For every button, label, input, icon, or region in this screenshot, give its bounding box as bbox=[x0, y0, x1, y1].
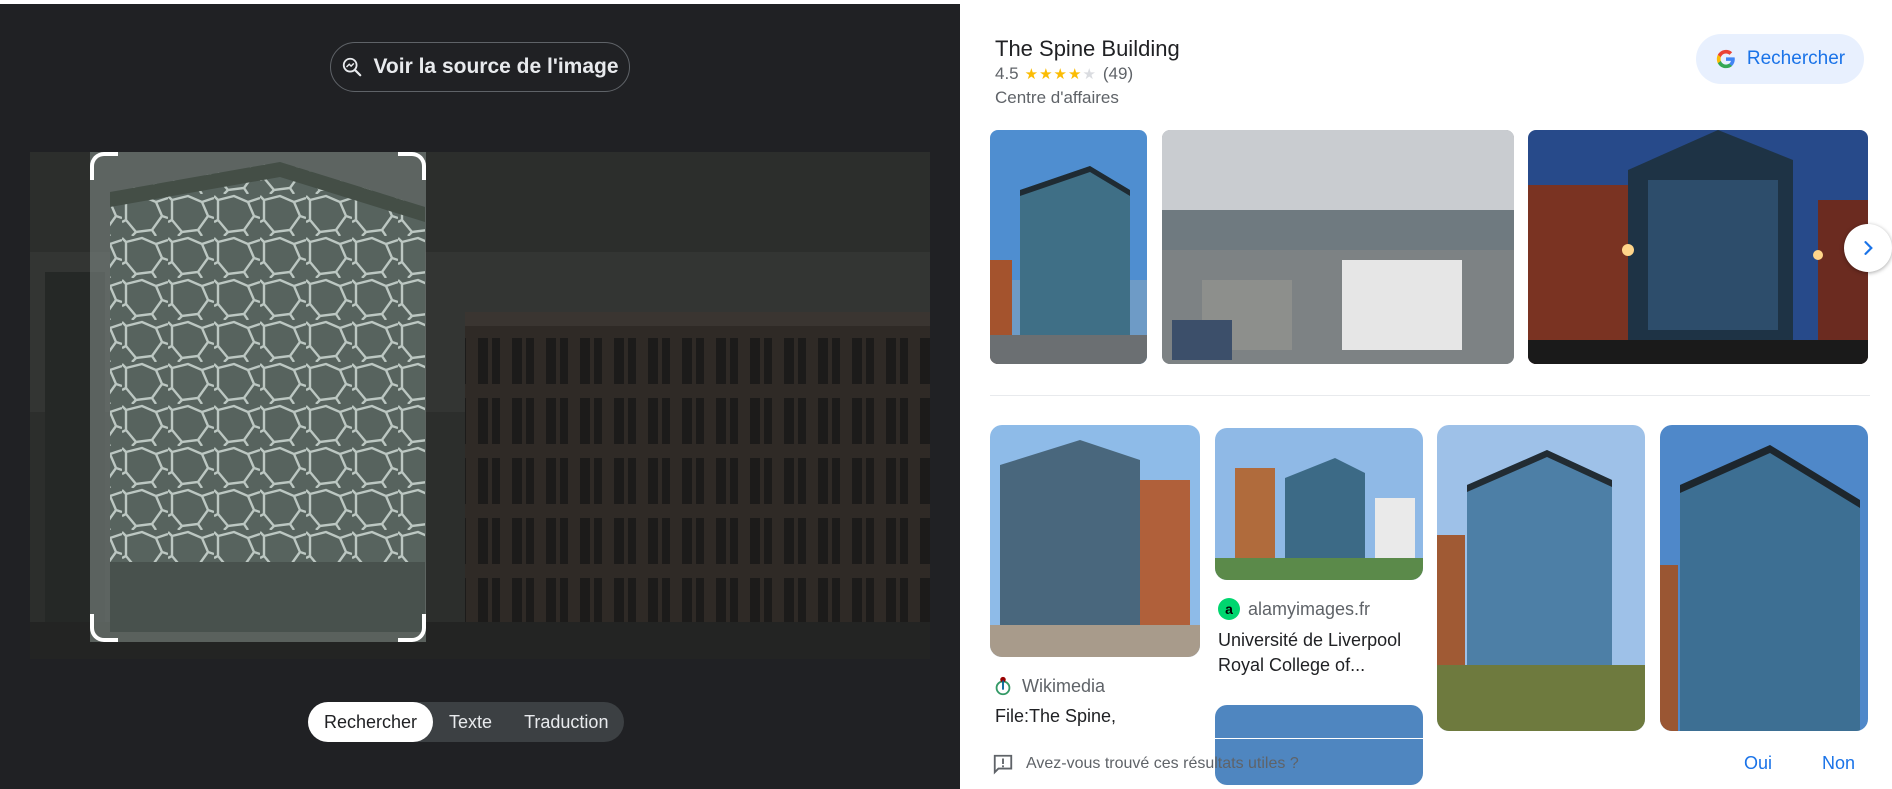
mode-translate-tab[interactable]: Traduction bbox=[508, 702, 624, 742]
google-lens-window: Voir la source de l'image Rechercher Tex… bbox=[0, 0, 1892, 789]
search-google-label: Rechercher bbox=[1746, 48, 1846, 69]
crop-selection-handles[interactable] bbox=[90, 152, 426, 642]
place-photo-3[interactable] bbox=[1528, 130, 1868, 364]
crop-handle-bottom-right[interactable] bbox=[398, 614, 426, 642]
search-google-button[interactable]: Rechercher bbox=[1696, 34, 1864, 84]
result-source-label: Wikimedia bbox=[1022, 675, 1106, 696]
result-image-3[interactable] bbox=[1437, 425, 1645, 731]
place-photo-2[interactable] bbox=[1162, 130, 1514, 364]
view-image-source-label: Voir la source de l'image bbox=[373, 55, 619, 78]
mode-text-tab[interactable]: Texte bbox=[433, 702, 508, 742]
result-title-alamy[interactable]: Université de Liverpool Royal College of… bbox=[1218, 628, 1423, 678]
review-count: (49) bbox=[1102, 64, 1134, 83]
chevron-right-icon bbox=[1864, 241, 1873, 255]
crop-handle-top-left[interactable] bbox=[90, 152, 118, 180]
feedback-bar: Avez-vous trouvé ces résultats utiles ? … bbox=[960, 738, 1892, 789]
result-image-wikimedia[interactable] bbox=[990, 425, 1200, 657]
section-divider bbox=[990, 395, 1870, 396]
alamy-icon: a bbox=[1218, 598, 1240, 620]
place-title[interactable]: The Spine Building bbox=[995, 36, 1180, 62]
lens-mode-switcher: Rechercher Texte Traduction bbox=[308, 702, 625, 742]
image-search-icon bbox=[343, 57, 362, 77]
result-image-alamy[interactable] bbox=[1215, 428, 1423, 580]
image-viewer-panel: Voir la source de l'image Rechercher Tex… bbox=[0, 0, 960, 789]
result-source-wikimedia[interactable]: Wikimedia bbox=[992, 675, 1105, 697]
wikimedia-icon bbox=[995, 676, 1011, 696]
rating-value: 4.5 bbox=[995, 64, 1019, 83]
crop-handle-top-right[interactable] bbox=[398, 152, 426, 180]
feedback-no-button[interactable]: Non bbox=[1822, 753, 1855, 774]
result-image-4[interactable] bbox=[1660, 425, 1868, 731]
results-panel: The Spine Building 4.5 ★★★★★ (49) Centre… bbox=[960, 0, 1892, 789]
place-category: Centre d'affaires bbox=[995, 88, 1119, 107]
feedback-question: Avez-vous trouvé ces résultats utiles ? bbox=[1026, 755, 1299, 772]
result-title-wikimedia[interactable]: File:The Spine, bbox=[995, 704, 1195, 729]
result-source-label: alamyimages.fr bbox=[1248, 598, 1371, 619]
place-photo-1[interactable] bbox=[990, 130, 1147, 364]
feedback-icon bbox=[993, 754, 1013, 775]
carousel-next-button[interactable] bbox=[1844, 224, 1892, 272]
google-g-icon bbox=[1716, 49, 1735, 69]
view-image-source-button[interactable]: Voir la source de l'image bbox=[330, 42, 630, 92]
feedback-yes-button[interactable]: Oui bbox=[1744, 753, 1772, 774]
rating-row: 4.5 ★★★★★ (49) bbox=[995, 64, 1133, 84]
star-rating-icon: ★★★★★ bbox=[1024, 66, 1097, 83]
mode-search-tab[interactable]: Rechercher bbox=[308, 702, 434, 742]
top-edge bbox=[0, 0, 960, 4]
result-source-alamy[interactable]: a alamyimages.fr bbox=[1218, 598, 1370, 620]
crop-handle-bottom-left[interactable] bbox=[90, 614, 118, 642]
